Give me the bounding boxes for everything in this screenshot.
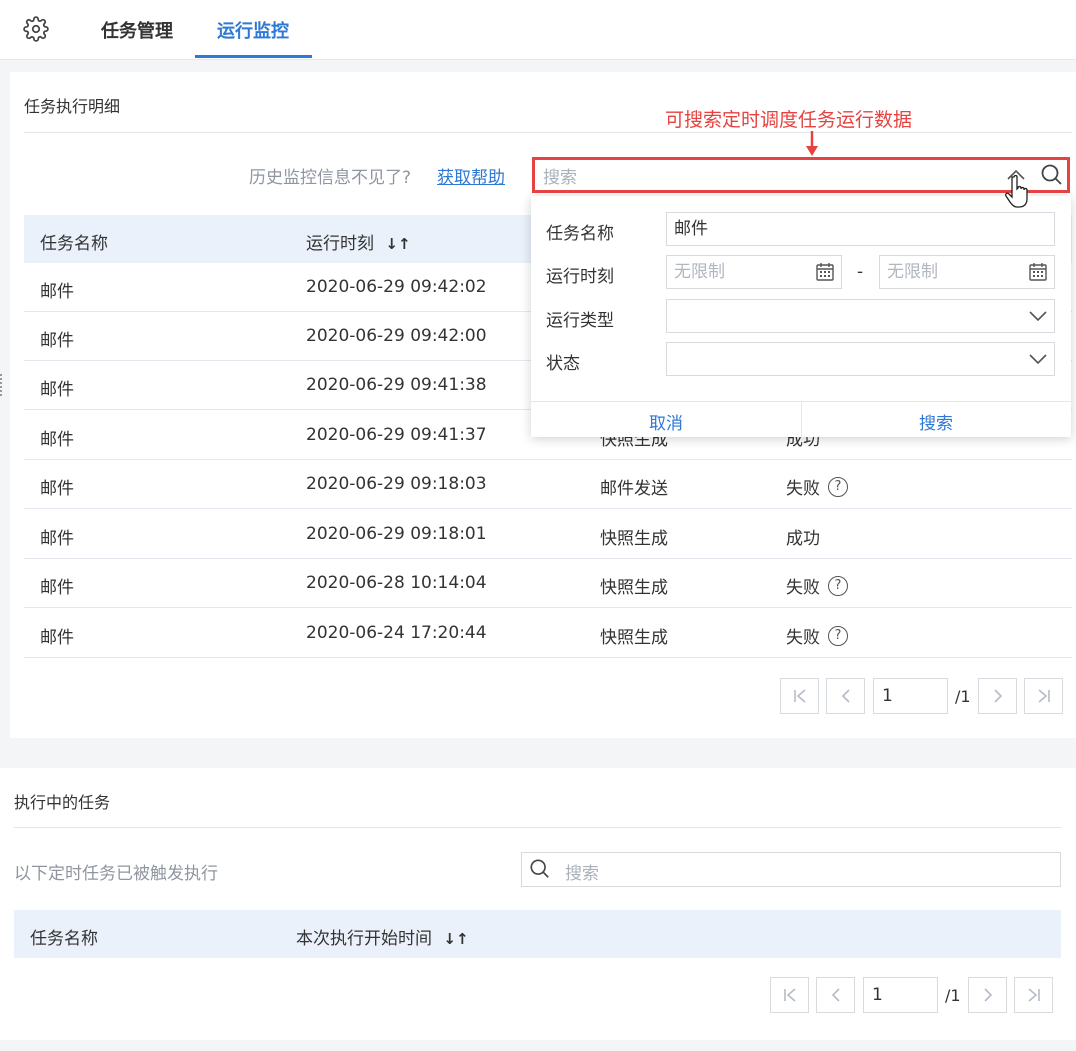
- column-header-task-name: 任务名称: [30, 929, 98, 949]
- divider: [24, 132, 1072, 133]
- column-header-label: 运行时刻: [306, 234, 374, 254]
- column-header-run-time[interactable]: 运行时刻 ↓↑: [306, 229, 411, 254]
- filter-label-run-type: 运行类型: [546, 311, 614, 331]
- sort-icon[interactable]: ↓↑: [385, 235, 410, 253]
- last-page-icon: [1027, 988, 1040, 1002]
- cell-status: 失败?: [786, 573, 848, 598]
- first-page-icon: [783, 988, 796, 1002]
- cell-run-time: 2020-06-28 10:14:04: [306, 573, 487, 593]
- first-page-icon: [793, 689, 806, 703]
- cell-run-time: 2020-06-29 09:18:03: [306, 474, 487, 494]
- column-header-start-time[interactable]: 本次执行开始时间 ↓↑: [296, 924, 469, 949]
- footer-divider: [801, 401, 802, 437]
- page-total: /1: [945, 986, 961, 1005]
- column-header-task-name: 任务名称: [40, 234, 108, 254]
- status-text: 失败: [786, 479, 820, 499]
- divider: [14, 827, 1061, 828]
- cell-run-time: 2020-06-29 09:42:02: [306, 277, 487, 297]
- next-page-button[interactable]: [978, 678, 1017, 714]
- hand-pointer-icon: [1005, 174, 1028, 208]
- cell-task-name: 邮件: [40, 430, 74, 450]
- last-page-button[interactable]: [1014, 977, 1053, 1013]
- cell-run-time: 2020-06-29 09:42:00: [306, 326, 487, 346]
- cell-run-type: 快照生成: [600, 628, 668, 648]
- chevron-down-icon[interactable]: [1029, 354, 1047, 365]
- chevron-right-icon: [983, 988, 992, 1002]
- chevron-left-icon: [831, 988, 840, 1002]
- annotation-text: 可搜索定时调度任务运行数据: [665, 109, 913, 131]
- search-placeholder: 搜索: [543, 168, 577, 188]
- chevron-down-icon[interactable]: [1029, 311, 1047, 322]
- question-icon[interactable]: ?: [828, 477, 848, 497]
- cell-status: 成功: [786, 529, 820, 549]
- section-title: 执行中的任务: [14, 793, 111, 812]
- cancel-button[interactable]: 取消: [649, 409, 683, 434]
- filter-label-status: 状态: [546, 354, 580, 374]
- cell-task-name: 邮件: [40, 628, 74, 648]
- last-page-icon: [1037, 689, 1050, 703]
- gear-icon[interactable]: [23, 16, 49, 42]
- date-range-separator: -: [857, 262, 864, 282]
- next-page-button[interactable]: [968, 977, 1007, 1013]
- table-row[interactable]: [24, 559, 1072, 608]
- calendar-icon[interactable]: [815, 262, 835, 282]
- running-search-input[interactable]: [521, 852, 1061, 887]
- cell-run-time: 2020-06-29 09:41:38: [306, 375, 487, 395]
- status-text: 失败: [786, 628, 820, 648]
- cell-run-type: 快照生成: [600, 529, 668, 549]
- tab-run-monitor[interactable]: 运行监控: [217, 17, 289, 43]
- cell-status: 失败?: [786, 474, 848, 499]
- calendar-icon[interactable]: [1028, 262, 1048, 282]
- page-number-input[interactable]: 1: [863, 977, 938, 1013]
- table-row[interactable]: [24, 510, 1072, 559]
- resize-handle[interactable]: [0, 374, 4, 396]
- get-help-link[interactable]: 获取帮助: [437, 163, 505, 188]
- cell-task-name: 邮件: [40, 479, 74, 499]
- tab-task-management[interactable]: 任务管理: [101, 17, 173, 43]
- filter-task-name-input[interactable]: 邮件: [666, 212, 1055, 246]
- filter-run-type-select[interactable]: [666, 299, 1055, 333]
- search-icon: [530, 859, 549, 878]
- question-icon[interactable]: ?: [828, 576, 848, 596]
- chevron-right-icon: [993, 689, 1002, 703]
- active-tab-indicator: [195, 55, 312, 58]
- cell-run-time: 2020-06-24 17:20:44: [306, 623, 487, 643]
- table-row[interactable]: [24, 609, 1072, 658]
- running-subtitle: 以下定时任务已被触发执行: [14, 864, 218, 884]
- cell-task-name: 邮件: [40, 282, 74, 302]
- first-page-button[interactable]: [770, 977, 809, 1013]
- page-number-input[interactable]: 1: [873, 678, 948, 714]
- filter-status-select[interactable]: [666, 342, 1055, 376]
- cell-run-type: 快照生成: [600, 578, 668, 598]
- sort-icon[interactable]: ↓↑: [443, 930, 468, 948]
- last-page-button[interactable]: [1024, 678, 1063, 714]
- cell-status: 失败?: [786, 623, 848, 648]
- prev-page-button[interactable]: [826, 678, 865, 714]
- cell-task-name: 邮件: [40, 578, 74, 598]
- cell-run-time: 2020-06-29 09:18:01: [306, 524, 487, 544]
- page-total: /1: [955, 687, 971, 706]
- section-title: 任务执行明细: [24, 97, 121, 116]
- table-header: [14, 910, 1061, 958]
- search-placeholder: 搜索: [565, 864, 599, 884]
- cell-run-type: 邮件发送: [600, 479, 668, 499]
- first-page-button[interactable]: [780, 678, 819, 714]
- annotation-arrow-icon: [806, 131, 818, 156]
- filter-label-run-time: 运行时刻: [546, 267, 614, 287]
- cell-task-name: 邮件: [40, 529, 74, 549]
- table-row[interactable]: [24, 460, 1072, 509]
- chevron-left-icon: [841, 689, 850, 703]
- search-icon[interactable]: [1040, 163, 1064, 187]
- filter-label-task-name: 任务名称: [546, 224, 614, 244]
- cell-run-time: 2020-06-29 09:41:37: [306, 425, 487, 445]
- prev-page-button[interactable]: [816, 977, 855, 1013]
- column-header-label: 本次执行开始时间: [296, 929, 432, 949]
- help-text: 历史监控信息不见了?: [249, 168, 412, 188]
- search-button[interactable]: 搜索: [919, 409, 953, 434]
- cell-task-name: 邮件: [40, 331, 74, 351]
- question-icon[interactable]: ?: [828, 626, 848, 646]
- status-text: 失败: [786, 578, 820, 598]
- cell-task-name: 邮件: [40, 380, 74, 400]
- search-input[interactable]: [532, 157, 1070, 193]
